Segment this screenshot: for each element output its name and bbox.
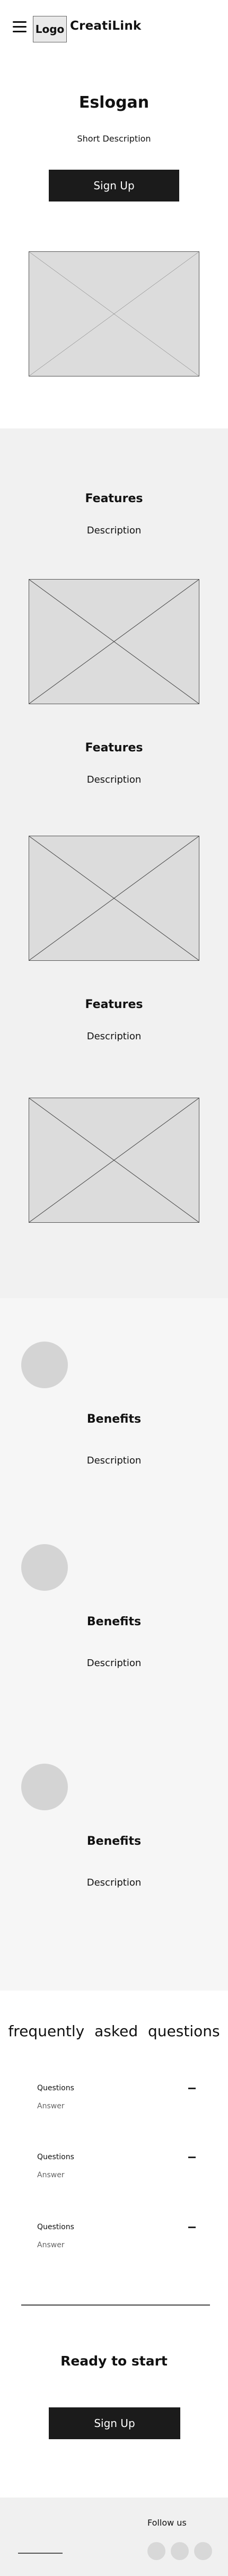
social-icon[interactable] xyxy=(147,2542,165,2560)
feature-image-placeholder xyxy=(29,579,199,704)
benefit-description: Description xyxy=(86,1658,142,1669)
feature-image-placeholder xyxy=(29,1098,199,1223)
feature-image-placeholder xyxy=(29,836,199,961)
hero-image-placeholder xyxy=(29,251,199,376)
divider xyxy=(21,2305,210,2306)
image-placeholder-icon xyxy=(29,580,199,704)
menu-bar xyxy=(13,21,27,23)
feature-description: Description xyxy=(86,525,142,536)
image-placeholder-icon xyxy=(29,836,199,960)
header: Logo CreatiLink xyxy=(0,0,228,55)
menu-icon[interactable] xyxy=(13,21,28,33)
faq-question[interactable]: Questions xyxy=(37,2153,74,2161)
faq-question[interactable]: Questions xyxy=(37,2223,74,2231)
benefit-description: Description xyxy=(86,1877,142,1888)
menu-bar xyxy=(13,26,27,28)
cta-title: Ready to start xyxy=(60,2353,168,2369)
benefit-title: Benefits xyxy=(86,1615,142,1628)
benefit-title: Benefits xyxy=(86,1413,142,1426)
collapse-icon[interactable] xyxy=(188,2088,196,2089)
collapse-icon[interactable] xyxy=(188,2157,196,2158)
feature-title: Features xyxy=(85,741,143,755)
faq-answer: Answer xyxy=(37,2241,65,2249)
faq-question[interactable]: Questions xyxy=(37,2084,74,2092)
faq-answer: Answer xyxy=(37,2171,65,2179)
cta-signup-button[interactable]: Sign Up xyxy=(49,2407,180,2439)
footer-divider xyxy=(18,2553,63,2554)
image-placeholder-icon xyxy=(29,252,199,376)
benefit-description: Description xyxy=(86,1455,142,1466)
benefit-icon xyxy=(21,1342,68,1388)
logo[interactable]: Logo xyxy=(33,16,67,42)
signup-button[interactable]: Sign Up xyxy=(49,170,179,201)
social-icon[interactable] xyxy=(171,2542,189,2560)
hero-description: Short Description xyxy=(77,134,151,144)
image-placeholder-icon xyxy=(29,1098,199,1222)
footer: Follow us xyxy=(0,2498,228,2576)
follow-us-label: Follow us xyxy=(147,2518,187,2528)
social-icon[interactable] xyxy=(194,2542,212,2560)
benefit-title: Benefits xyxy=(86,1835,142,1848)
feature-description: Description xyxy=(86,774,142,785)
feature-description: Description xyxy=(86,1031,142,1042)
hero-title: Eslogan xyxy=(78,93,150,112)
brand-name: CreatiLink xyxy=(70,19,142,33)
feature-title: Features xyxy=(85,998,143,1011)
faq-answer: Answer xyxy=(37,2102,65,2110)
faq-title: frequently asked questions xyxy=(8,2022,220,2040)
feature-title: Features xyxy=(85,492,143,505)
benefit-icon xyxy=(21,1764,68,1810)
benefit-icon xyxy=(21,1544,68,1591)
collapse-icon[interactable] xyxy=(188,2227,196,2228)
menu-bar xyxy=(13,31,27,32)
